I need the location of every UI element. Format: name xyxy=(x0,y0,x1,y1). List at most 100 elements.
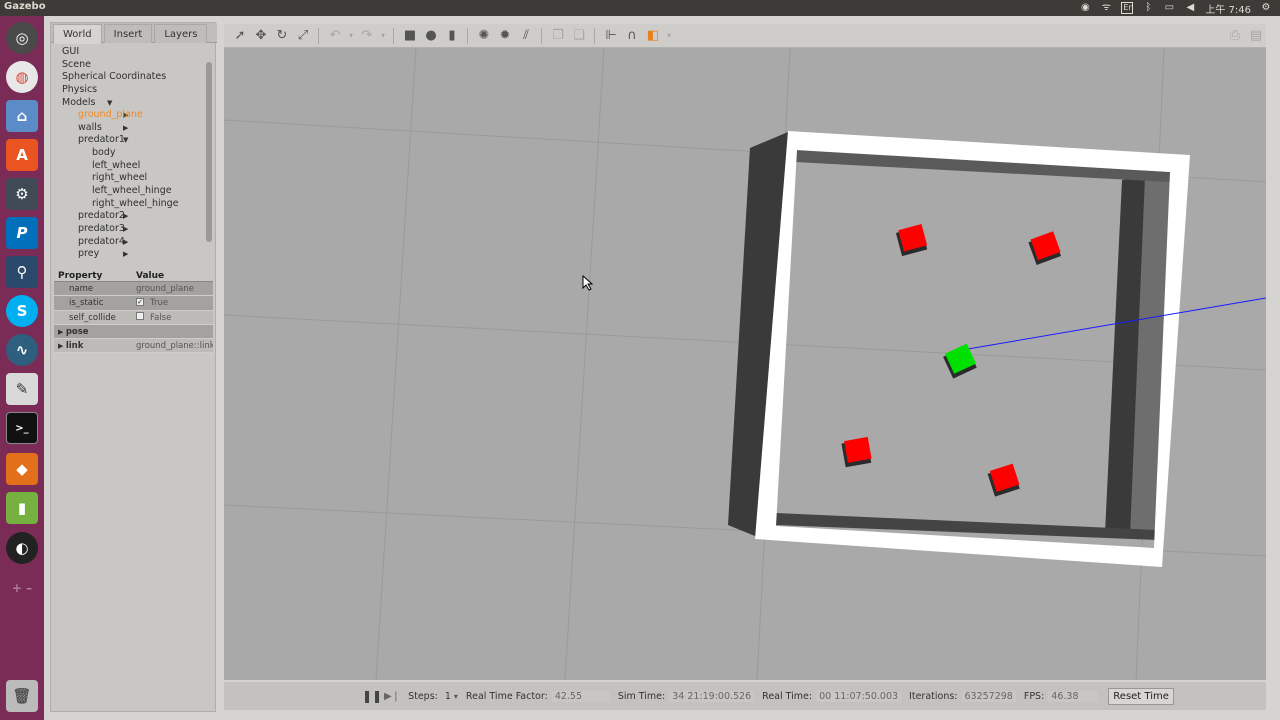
workspace-switcher-icon[interactable]: + – xyxy=(6,572,38,604)
tree-item[interactable]: Spherical Coordinates xyxy=(53,71,203,84)
reset-time-button[interactable]: Reset Time xyxy=(1108,687,1174,705)
tree-item[interactable]: Scene xyxy=(53,59,203,72)
property-row[interactable]: name ground_plane xyxy=(54,282,213,297)
files-icon[interactable]: ⌂ xyxy=(6,100,38,132)
paypal-icon[interactable]: P xyxy=(6,217,38,249)
tree-item-label: predator1 xyxy=(78,134,125,146)
android-studio-icon[interactable]: ▮ xyxy=(6,492,38,524)
property-value xyxy=(134,325,213,338)
property-row[interactable]: self_collide False xyxy=(54,310,213,325)
translate-mode-icon[interactable]: ✥ xyxy=(251,26,271,46)
dash-home-icon[interactable]: ◎ xyxy=(6,22,38,54)
tree-item[interactable]: body xyxy=(53,147,203,160)
tab-world[interactable]: World xyxy=(53,24,102,44)
collapsed-arrow-icon[interactable]: ▶ xyxy=(123,122,131,135)
settings-gear-icon[interactable]: ⚙ xyxy=(1260,2,1272,14)
keyboard-layout-indicator[interactable]: En xyxy=(1121,2,1133,14)
software-center-icon[interactable]: A xyxy=(6,139,38,171)
undo-icon[interactable]: ↶ xyxy=(325,26,345,46)
property-value[interactable]: False xyxy=(134,311,213,324)
system-settings-icon[interactable]: ⚙ xyxy=(6,178,38,210)
chrome-icon[interactable]: ◍ xyxy=(6,61,38,93)
copy-icon[interactable]: ❐ xyxy=(548,26,568,46)
predator-robot[interactable] xyxy=(841,436,872,468)
undo-history-chevron-icon[interactable]: ▾ xyxy=(346,26,356,46)
property-value[interactable]: ✓ True xyxy=(134,296,213,309)
tree-item[interactable]: ▼ predator1 xyxy=(53,134,203,147)
tree-item[interactable]: GUI xyxy=(53,46,203,59)
real-time-label: Real Time: xyxy=(762,690,813,702)
expanded-arrow-icon[interactable]: ▼ xyxy=(107,97,115,110)
scene-render xyxy=(224,48,1266,680)
tree-item[interactable]: right_wheel_hinge xyxy=(53,198,203,211)
steam-icon[interactable]: ⚲ xyxy=(6,256,38,288)
tree-item[interactable]: ▶ ground_plane xyxy=(53,109,203,122)
terminal-icon[interactable]: >_ xyxy=(6,412,38,444)
battery-icon[interactable]: ▭ xyxy=(1163,2,1175,14)
tree-item[interactable]: left_wheel xyxy=(53,160,203,173)
tab-layers[interactable]: Layers xyxy=(154,24,208,43)
property-row[interactable]: ▶ link ground_plane::link xyxy=(54,339,213,354)
property-key: ▶ link xyxy=(54,339,134,352)
expand-arrow-icon[interactable]: ▶ xyxy=(58,328,66,336)
point-light-icon[interactable]: ✺ xyxy=(474,26,494,46)
property-key: name xyxy=(54,282,134,295)
system-tray: ◉ ᯤ En ᛒ ▭ ◀ 上午 7:46 ⚙ xyxy=(1079,0,1272,16)
tree-item[interactable]: ▶ prey xyxy=(53,248,203,261)
steps-chevron-icon[interactable]: ▾ xyxy=(454,692,458,701)
cylinder-shape-icon[interactable]: ▮ xyxy=(442,26,462,46)
redo-icon[interactable]: ↷ xyxy=(357,26,377,46)
spot-light-icon[interactable]: ✹ xyxy=(495,26,515,46)
property-column-header: Property xyxy=(58,271,103,281)
align-icon[interactable]: ⊩ xyxy=(601,26,621,46)
checkbox[interactable] xyxy=(136,312,144,321)
tree-item[interactable]: left_wheel_hinge xyxy=(53,185,203,198)
select-mode-icon[interactable]: ➚ xyxy=(230,26,250,46)
text-editor-icon[interactable]: ✎ xyxy=(6,373,38,405)
system-monitor-icon[interactable]: ∿ xyxy=(6,334,38,366)
box-shape-icon[interactable]: ■ xyxy=(400,26,420,46)
tree-item[interactable]: ▶ predator2 xyxy=(53,210,203,223)
steps-value[interactable]: 1 xyxy=(442,691,454,702)
view-chevron-icon[interactable]: ▾ xyxy=(664,26,674,46)
tree-item-label: right_wheel xyxy=(92,172,148,184)
property-row[interactable]: ▶ pose xyxy=(54,324,213,340)
step-button[interactable]: ▶❘ xyxy=(384,691,400,702)
tree-item[interactable]: ▶ predator3 xyxy=(53,223,203,236)
trash-icon[interactable]: 🗑 xyxy=(6,680,38,712)
tree-item[interactable]: Physics xyxy=(53,84,203,97)
tree-item[interactable]: ▶ walls xyxy=(53,122,203,135)
tree-item[interactable]: right_wheel xyxy=(53,172,203,185)
expand-arrow-icon[interactable]: ▶ xyxy=(58,342,66,350)
tree-item-label: Physics xyxy=(62,83,98,95)
screenshot-icon[interactable]: ⎙ xyxy=(1225,26,1245,46)
directional-light-icon[interactable]: ⫽ xyxy=(516,26,536,46)
obs-icon[interactable]: ◐ xyxy=(6,532,38,564)
redo-history-chevron-icon[interactable]: ▾ xyxy=(378,26,388,46)
volume-icon[interactable]: ◀ xyxy=(1184,2,1196,14)
skype-icon[interactable]: S xyxy=(6,295,38,327)
sphere-shape-icon[interactable]: ● xyxy=(421,26,441,46)
property-row[interactable]: is_static ✓ True xyxy=(54,296,213,311)
bluetooth-icon[interactable]: ᛒ xyxy=(1142,2,1154,14)
collapsed-arrow-icon[interactable]: ▶ xyxy=(123,248,131,261)
paste-icon[interactable]: ❏ xyxy=(569,26,589,46)
tree-item[interactable]: ▼ Models xyxy=(53,97,203,110)
tree-scrollbar[interactable] xyxy=(206,62,212,242)
change-view-icon[interactable]: ◧ xyxy=(643,26,663,46)
app-title: Gazebo xyxy=(4,1,46,12)
wifi-icon[interactable]: ᯤ xyxy=(1100,2,1112,14)
pause-button[interactable]: ❚❚ xyxy=(362,689,382,703)
log-icon[interactable]: ▤ xyxy=(1246,26,1266,46)
ubuntu-one-icon[interactable]: ◉ xyxy=(1079,2,1091,14)
tab-insert[interactable]: Insert xyxy=(103,24,153,43)
property-table: Property Value name ground_plane is_static… xyxy=(54,270,213,354)
snap-icon[interactable]: ∩ xyxy=(622,26,642,46)
checkbox[interactable]: ✓ xyxy=(136,297,144,306)
rotate-mode-icon[interactable]: ↻ xyxy=(272,26,292,46)
scale-mode-icon[interactable]: ⤢ xyxy=(293,26,313,46)
3d-viewport[interactable] xyxy=(224,48,1266,680)
clock[interactable]: 上午 7:46 xyxy=(1205,1,1251,16)
tree-item[interactable]: ▶ predator4 xyxy=(53,236,203,249)
gazebo-icon[interactable]: ◆ xyxy=(6,453,38,485)
